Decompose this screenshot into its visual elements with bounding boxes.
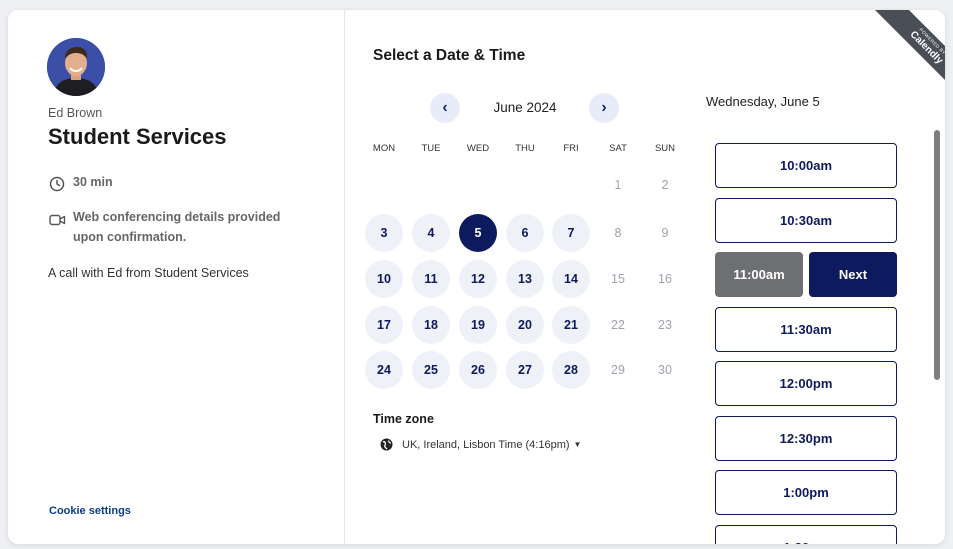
calendar-day[interactable]: 14 [552, 260, 590, 298]
weekday-header: THU [515, 143, 535, 154]
previous-month-button[interactable]: ‹ [430, 93, 460, 123]
calendar-day: 15 [611, 272, 625, 286]
conferencing-text: Web conferencing details provided upon c… [73, 210, 281, 244]
cookie-settings-link[interactable]: Cookie settings [49, 505, 131, 517]
slots-scrollbar[interactable] [934, 130, 940, 544]
calendar-day[interactable]: 11 [412, 260, 450, 298]
calendar-day[interactable]: 4 [412, 214, 450, 252]
calendar-day[interactable]: 6 [506, 214, 544, 252]
calendar-day[interactable]: 13 [506, 260, 544, 298]
month-label: June 2024 [493, 100, 557, 115]
clock-icon [48, 175, 66, 193]
weekday-header: WED [466, 143, 490, 154]
calendar-day[interactable]: 25 [412, 351, 450, 389]
powered-by-ribbon[interactable]: POWERED BY Calendly [873, 10, 945, 100]
calendar-day: 22 [611, 318, 625, 332]
calendar-day[interactable]: 28 [552, 351, 590, 389]
event-title: Student Services [48, 124, 227, 149]
calendar-day[interactable]: 26 [459, 351, 497, 389]
weekday-header: MON [372, 143, 396, 154]
weekday-header: FRI [563, 143, 579, 154]
calendar-day: 2 [661, 178, 669, 192]
calendar-day[interactable]: 19 [459, 306, 497, 344]
time-slot[interactable]: 12:30pm [715, 416, 897, 461]
calendar-day[interactable]: 10 [365, 260, 403, 298]
calendar-day: 1 [614, 178, 622, 192]
brand-name: Calendly [907, 29, 945, 67]
timezone-value: UK, Ireland, Lisbon Time (4:16pm) [402, 438, 570, 451]
time-slot[interactable]: 10:00am [715, 143, 897, 188]
calendar-day: 23 [658, 318, 672, 332]
time-slot[interactable]: 11:30am [715, 307, 897, 352]
duration-text: 30 min [73, 175, 113, 189]
calendar-day: 29 [611, 363, 625, 377]
calendar-day[interactable]: 21 [552, 306, 590, 344]
month-navigation: ‹ June 2024 › [430, 93, 620, 123]
calendar-day: 16 [658, 272, 672, 286]
calendar-day[interactable]: 17 [365, 306, 403, 344]
event-duration: 30 min [48, 175, 113, 193]
time-slot[interactable]: 1:30pm [715, 525, 897, 544]
video-camera-icon [48, 211, 66, 229]
next-button[interactable]: Next [809, 252, 897, 297]
event-conferencing: Web conferencing details provided upon c… [48, 207, 313, 247]
time-slot[interactable]: 10:30am [715, 198, 897, 243]
calendar-day: 9 [661, 226, 669, 240]
calendar-day[interactable]: 7 [552, 214, 590, 252]
time-slot-selected[interactable]: 11:00am [715, 252, 803, 297]
calendar-day[interactable]: 24 [365, 351, 403, 389]
weekday-header: SAT [609, 143, 627, 154]
calendar-day[interactable]: 12 [459, 260, 497, 298]
powered-by-badge[interactable]: POWERED BY Calendly [855, 10, 945, 100]
selected-date-heading: Wednesday, June 5 [706, 94, 820, 109]
avatar [47, 38, 105, 96]
calendar-day: 8 [614, 226, 622, 240]
time-slot[interactable]: 1:00pm [715, 470, 897, 515]
timezone-label: Time zone [373, 412, 434, 426]
host-name: Ed Brown [48, 106, 103, 120]
booking-card: Ed Brown Student Services 30 min Web con… [8, 10, 945, 544]
calendar-day[interactable]: 18 [412, 306, 450, 344]
calendar-heading: Select a Date & Time [373, 47, 526, 64]
calendar-day[interactable]: 3 [365, 214, 403, 252]
chevron-right-icon: › [601, 99, 607, 116]
chevron-left-icon: ‹ [442, 99, 448, 116]
timezone-selector[interactable]: UK, Ireland, Lisbon Time (4:16pm) ▼ [380, 438, 581, 451]
calendar-day-selected[interactable]: 5 [459, 214, 497, 252]
time-slot[interactable]: 12:00pm [715, 361, 897, 406]
caret-down-icon: ▼ [573, 440, 582, 449]
weekday-header: TUE [421, 143, 441, 154]
calendar-day[interactable]: 27 [506, 351, 544, 389]
next-month-button[interactable]: › [589, 93, 619, 123]
calendar-day: 30 [658, 363, 672, 377]
event-details-panel: Ed Brown Student Services 30 min Web con… [8, 10, 345, 544]
globe-icon [380, 438, 393, 451]
weekday-header: SUN [654, 143, 676, 154]
calendar-day[interactable]: 20 [506, 306, 544, 344]
event-description: A call with Ed from Student Services [48, 266, 249, 280]
scrollbar-thumb[interactable] [934, 130, 940, 380]
